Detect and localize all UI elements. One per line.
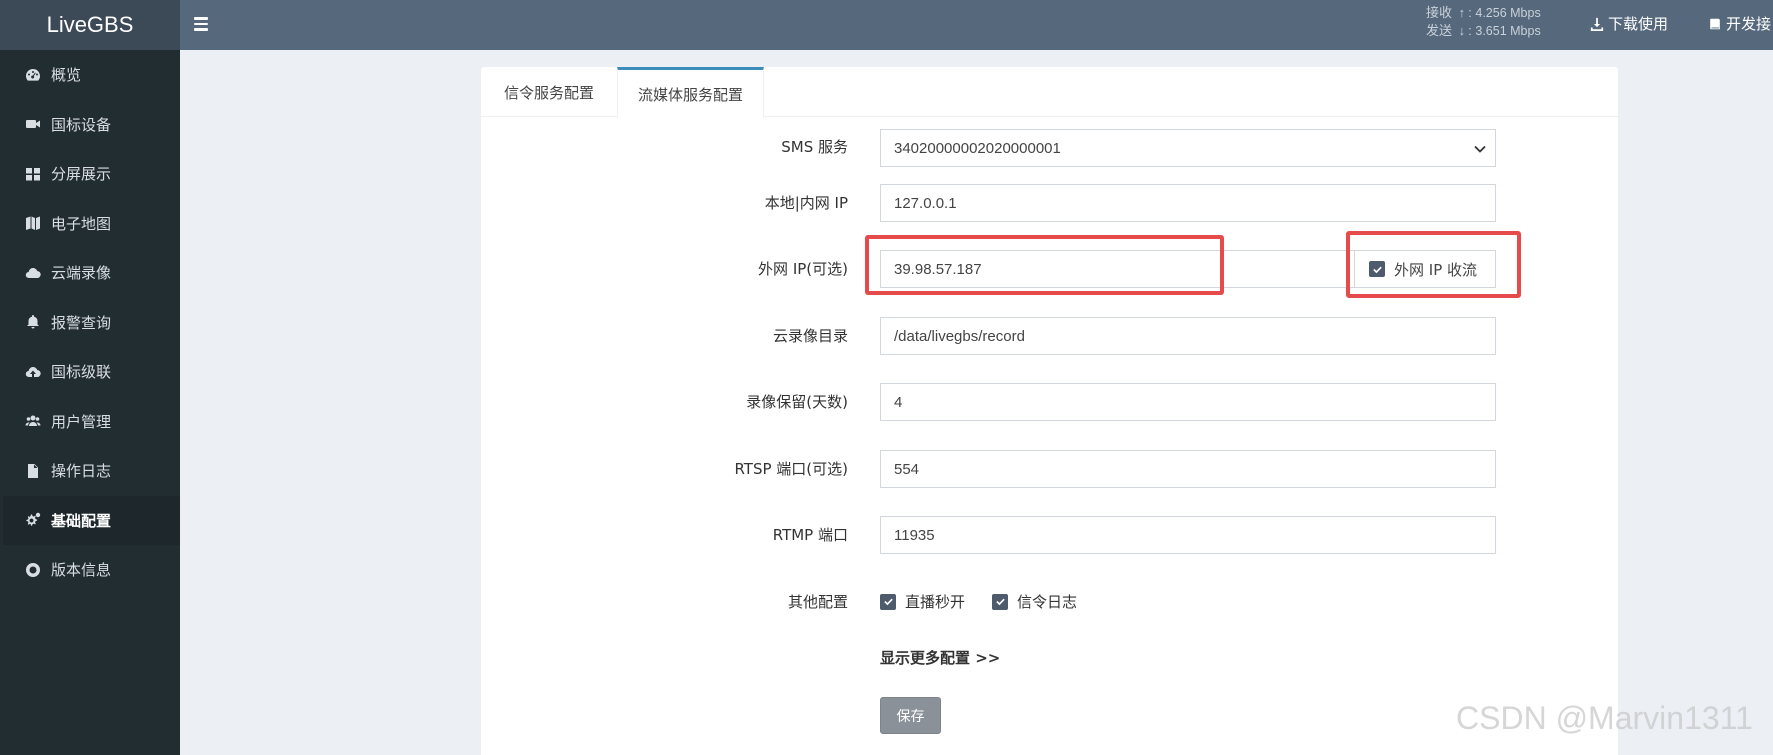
dashboard-icon <box>23 67 43 83</box>
receive-label: 接收 <box>1426 5 1453 20</box>
life-ring-icon <box>23 562 43 578</box>
sms-value: 34020000002020000001 <box>894 139 1061 157</box>
menu-toggle-icon[interactable] <box>194 14 214 34</box>
map-icon <box>23 215 43 231</box>
sms-label-wrap: SMS 服务 <box>481 136 848 156</box>
sidebar-item-label: 电子地图 <box>51 214 112 233</box>
sidebar-item-label: 国标级联 <box>51 363 112 382</box>
sidebar-item-users[interactable]: 用户管理 <box>0 397 180 447</box>
tab-signaling-config[interactable]: 信令服务配置 <box>481 67 617 117</box>
rtsp-label-wrap: RTSP 端口(可选) <box>481 458 848 478</box>
sidebar-item-cascade[interactable]: 国标级联 <box>0 347 180 397</box>
sidebar-item-label: 国标设备 <box>51 115 112 134</box>
rtmp-value: 11935 <box>894 526 935 544</box>
record-keep-value: 4 <box>894 393 903 411</box>
rtsp-port-input[interactable]: 554 <box>880 450 1496 488</box>
local-ip-input[interactable]: 127.0.0.1 <box>880 184 1496 222</box>
other-config-label: 其他配置 <box>787 593 848 611</box>
sidebar-item-cloud-record[interactable]: 云端录像 <box>0 248 180 298</box>
rtmp-label-wrap: RTMP 端口 <box>481 524 848 544</box>
file-icon <box>23 463 43 479</box>
watermark: CSDN @Marvin1311 <box>1456 700 1753 736</box>
book-icon <box>1710 18 1720 29</box>
sidebar-item-devices[interactable]: 国标设备 <box>0 100 180 150</box>
record-keep-label-wrap: 录像保留(天数) <box>481 391 848 411</box>
chevron-down-icon <box>1473 142 1486 154</box>
users-icon <box>23 413 43 429</box>
signal-log-checkbox[interactable]: 信令日志 <box>992 591 1077 612</box>
sidebar-item-label: 基础配置 <box>51 511 112 530</box>
download-label: 下载使用 <box>1608 15 1669 33</box>
sidebar-menu: 概览 国标设备 分屏展示 电子地图 云端录像 报警查询 国标级联 用户管理 操作… <box>0 50 180 595</box>
grid-icon <box>23 166 43 182</box>
record-dir-input[interactable]: /data/livegbs/record <box>880 317 1496 355</box>
sidebar-item-label: 概览 <box>51 66 82 85</box>
sidebar-item-overview[interactable]: 概览 <box>0 50 180 100</box>
sidebar-item-version[interactable]: 版本信息 <box>0 545 180 595</box>
sidebar-item-split-screen[interactable]: 分屏展示 <box>0 149 180 199</box>
sidebar-item-label: 操作日志 <box>51 462 112 481</box>
sidebar-item-base-config[interactable]: 基础配置 <box>0 495 180 545</box>
app-logo[interactable]: LiveGBS <box>0 0 180 50</box>
sidebar-item-label: 用户管理 <box>51 412 112 431</box>
sidebar-item-map[interactable]: 电子地图 <box>0 199 180 249</box>
dev-docs-label: 开发接 <box>1726 15 1772 33</box>
ext-ip-label-wrap: 外网 IP(可选) <box>481 258 848 278</box>
download-icon <box>1590 17 1604 31</box>
video-camera-icon <box>23 116 43 132</box>
sidebar-item-label: 云端录像 <box>51 264 112 283</box>
gears-icon <box>23 512 43 528</box>
sms-select[interactable]: 34020000002020000001 <box>880 129 1496 167</box>
sidebar: LiveGBS 概览 国标设备 分屏展示 电子地图 云端录像 报警查询 国标级联 <box>0 0 180 755</box>
config-tabs: 信令服务配置 流媒体服务配置 <box>481 67 1618 118</box>
sms-label: SMS 服务 <box>781 138 848 156</box>
record-dir-value: /data/livegbs/record <box>894 327 1025 345</box>
local-ip-label: 本地|内网 IP <box>764 194 848 212</box>
show-more-config-link[interactable]: 显示更多配置 >> <box>880 647 1000 668</box>
save-button[interactable]: 保存 <box>880 697 941 734</box>
rtmp-label: RTMP 端口 <box>772 526 848 544</box>
sidebar-item-label: 版本信息 <box>51 561 112 580</box>
local-ip-label-wrap: 本地|内网 IP <box>481 192 848 212</box>
record-keep-input[interactable]: 4 <box>880 383 1496 421</box>
dev-docs-link[interactable]: 开发接 <box>1708 13 1771 34</box>
bitrate-stats: 接收 ↑: 4.256 Mbps 发送 ↓: 3.651 Mbps <box>1426 5 1541 38</box>
live-fast-label: 直播秒开 <box>905 593 966 611</box>
receive-value: 4.256 Mbps <box>1475 6 1541 20</box>
send-value: 3.651 Mbps <box>1475 24 1541 38</box>
config-card: 信令服务配置 流媒体服务配置 SMS 服务 340200000020200000… <box>481 67 1618 755</box>
rtsp-value: 554 <box>894 460 920 478</box>
tab-media-config[interactable]: 流媒体服务配置 <box>617 67 764 118</box>
record-dir-label-wrap: 云录像目录 <box>481 325 848 345</box>
record-dir-label: 云录像目录 <box>772 327 848 345</box>
other-options: 直播秒开 信令日志 <box>880 591 1104 612</box>
send-label: 发送 <box>1426 23 1453 38</box>
record-keep-label: 录像保留(天数) <box>746 393 848 411</box>
arrow-down-icon: ↓ <box>1458 23 1466 38</box>
sidebar-item-alarm[interactable]: 报警查询 <box>0 298 180 348</box>
cloud-icon <box>23 265 43 281</box>
arrow-up-icon: ↑ <box>1458 5 1466 20</box>
sidebar-item-label: 报警查询 <box>51 313 112 332</box>
local-ip-value: 127.0.0.1 <box>894 194 957 212</box>
rtsp-label: RTSP 端口(可选) <box>734 460 848 478</box>
bell-icon <box>23 314 43 330</box>
other-label-wrap: 其他配置 <box>481 591 848 611</box>
sidebar-item-op-log[interactable]: 操作日志 <box>0 446 180 496</box>
cloud-upload-icon <box>23 364 43 380</box>
rtmp-port-input[interactable]: 11935 <box>880 516 1496 554</box>
download-link[interactable]: 下载使用 <box>1590 13 1668 34</box>
highlight-box-ext-ip <box>865 235 1224 295</box>
highlight-box-ext-ip-stream <box>1346 231 1521 298</box>
checkbox-checked-icon <box>992 593 1009 610</box>
live-fast-checkbox[interactable]: 直播秒开 <box>880 591 965 612</box>
signal-log-label: 信令日志 <box>1017 593 1078 611</box>
checkbox-checked-icon <box>880 593 896 610</box>
ext-ip-label: 外网 IP(可选) <box>758 260 848 278</box>
top-header: 接收 ↑: 4.256 Mbps 发送 ↓: 3.651 Mbps 下载使用 开… <box>180 0 1773 50</box>
sidebar-item-label: 分屏展示 <box>51 165 112 184</box>
